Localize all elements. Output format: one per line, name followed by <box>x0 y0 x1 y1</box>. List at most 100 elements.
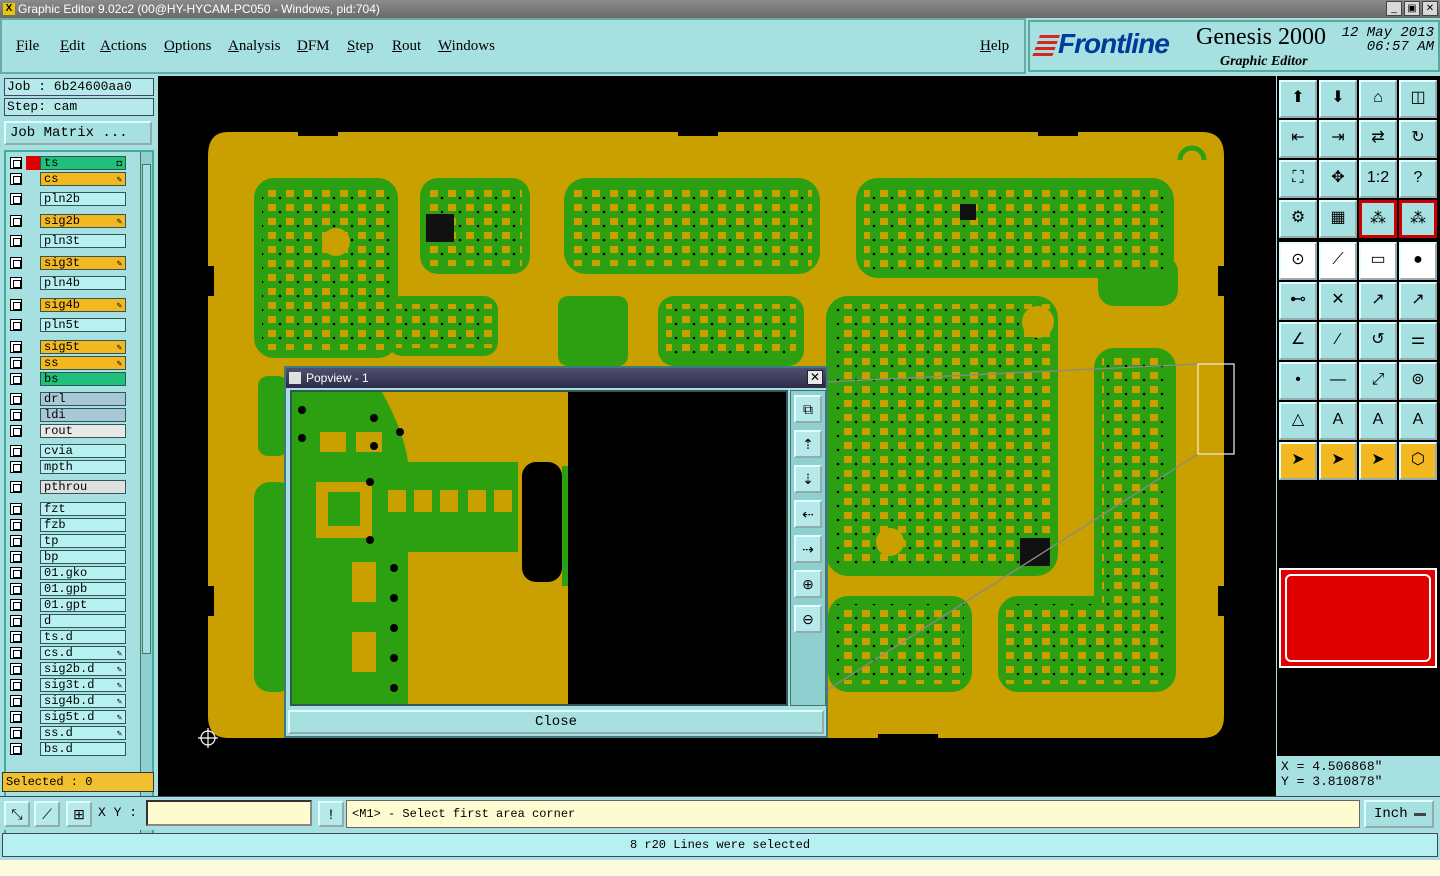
layer-row[interactable]: ss ✎ <box>8 356 126 370</box>
layer-name[interactable]: 01.gko <box>40 566 126 580</box>
layer-name[interactable]: ss ✎ <box>40 356 126 370</box>
snap-icon[interactable]: ⁂ <box>1359 200 1397 238</box>
copy-icon[interactable]: ⊚ <box>1399 362 1437 400</box>
menu-dfm[interactable]: DFM <box>297 38 330 55</box>
layer-row[interactable]: ss.d ✎ <box>8 726 126 740</box>
layer-row[interactable]: sig5t ✎ <box>8 340 126 354</box>
layer-row[interactable]: pln3t <box>8 234 126 248</box>
grid-icon[interactable]: ▦ <box>1319 200 1357 238</box>
layer-checkbox[interactable] <box>10 519 22 531</box>
layer-row[interactable]: pln4b <box>8 276 126 290</box>
move-alt-icon[interactable]: ↗ <box>1399 282 1437 320</box>
pan-left-icon[interactable]: ⇤ <box>1279 120 1317 158</box>
layer-checkbox[interactable] <box>10 341 22 353</box>
delete-icon[interactable]: ✕ <box>1319 282 1357 320</box>
pan-right-icon[interactable]: ⇥ <box>1319 120 1357 158</box>
layer-row[interactable]: bs <box>8 372 126 386</box>
home-icon[interactable]: ⌂ <box>1359 80 1397 118</box>
popview-canvas[interactable] <box>290 390 788 706</box>
layer-checkbox[interactable] <box>10 711 22 723</box>
layer-row[interactable]: sig4b ✎ <box>8 298 126 312</box>
layer-row[interactable]: pln2b <box>8 192 126 206</box>
zoom-out-icon[interactable]: ⊖ <box>794 605 822 633</box>
layer-name[interactable]: bs <box>40 372 126 386</box>
pan-down-icon[interactable]: ⇣ <box>794 465 822 493</box>
minimize-button[interactable]: _ <box>1386 1 1402 16</box>
layer-color-swatch[interactable] <box>26 214 40 228</box>
layer-row[interactable]: sig4b.d ✎ <box>8 694 126 708</box>
layer-color-swatch[interactable] <box>26 630 40 644</box>
layer-name[interactable]: sig3t ✎ <box>40 256 126 270</box>
layer-checkbox[interactable] <box>10 409 22 421</box>
layer-name[interactable]: ss.d ✎ <box>40 726 126 740</box>
add-point-icon[interactable]: • <box>1279 362 1317 400</box>
layer-color-swatch[interactable] <box>26 502 40 516</box>
text-icon[interactable]: A <box>1319 402 1357 440</box>
layer-color-swatch[interactable] <box>26 582 40 596</box>
layer-row[interactable]: sig3t ✎ <box>8 256 126 270</box>
layer-name[interactable]: 01.gpb <box>40 582 126 596</box>
layer-checkbox[interactable] <box>10 157 22 169</box>
zoom-area-icon[interactable]: ⤡ <box>4 801 30 827</box>
layer-row[interactable]: sig5t.d ✎ <box>8 710 126 724</box>
popview-titlebar[interactable]: Popview - 1 ✕ <box>286 368 826 388</box>
layer-checkbox[interactable] <box>10 551 22 563</box>
popview-close-button[interactable]: Close <box>288 710 824 734</box>
layer-color-swatch[interactable] <box>26 480 40 494</box>
maximize-button[interactable]: ▣ <box>1404 1 1420 16</box>
units-select[interactable]: Inch <box>1364 800 1434 828</box>
zoom-fit-icon[interactable]: ⛶ <box>1279 160 1317 198</box>
layer-checkbox[interactable] <box>10 445 22 457</box>
layer-color-swatch[interactable] <box>26 424 40 438</box>
add-line-icon[interactable]: ⟋ <box>1319 242 1357 280</box>
text-alt-icon[interactable]: A <box>1359 402 1397 440</box>
layer-color-swatch[interactable] <box>26 444 40 458</box>
layer-row[interactable]: fzb <box>8 518 126 532</box>
layer-name[interactable]: bp <box>40 550 126 564</box>
layer-name[interactable]: sig2b.d ✎ <box>40 662 126 676</box>
layer-name[interactable]: 01.gpt <box>40 598 126 612</box>
move-icon[interactable]: ↗ <box>1359 282 1397 320</box>
split-view-icon[interactable]: ◫ <box>1399 80 1437 118</box>
popview-close-icon[interactable]: ✕ <box>807 370 823 385</box>
select-net-icon[interactable]: ⬡ <box>1399 442 1437 480</box>
layer-color-swatch[interactable] <box>26 694 40 708</box>
layer-color-swatch[interactable] <box>26 662 40 676</box>
layer-checkbox[interactable] <box>10 235 22 247</box>
layer-row[interactable]: sig2b.d ✎ <box>8 662 126 676</box>
menu-file[interactable]: File <box>16 38 39 55</box>
layer-row[interactable]: cvia <box>8 444 126 458</box>
close-window-button[interactable]: ✕ <box>1422 1 1438 16</box>
redraw-icon[interactable]: ↻ <box>1399 120 1437 158</box>
slash-icon[interactable]: ⁄ <box>1319 322 1357 360</box>
layer-row[interactable]: pthrou <box>8 480 126 494</box>
layer-row[interactable]: sig3t.d ✎ <box>8 678 126 692</box>
zoom-center-icon[interactable]: ✥ <box>1319 160 1357 198</box>
layer-row[interactable]: 01.gpb <box>8 582 126 596</box>
layer-checkbox[interactable] <box>10 631 22 643</box>
layer-row[interactable]: ts.d <box>8 630 126 644</box>
resize-icon[interactable]: ⤢ <box>1359 362 1397 400</box>
layer-row[interactable]: sig2b ✎ <box>8 214 126 228</box>
layer-color-swatch[interactable] <box>26 534 40 548</box>
layer-name[interactable]: fzt <box>40 502 126 516</box>
mirror-icon[interactable]: ⇄ <box>1359 120 1397 158</box>
layer-checkbox[interactable] <box>10 277 22 289</box>
layer-color-swatch[interactable] <box>26 678 40 692</box>
layer-name[interactable]: cs.d ✎ <box>40 646 126 660</box>
measure-icon[interactable]: ⟋ <box>34 801 60 827</box>
cut-icon[interactable]: — <box>1319 362 1357 400</box>
layer-name[interactable]: drl <box>40 392 126 406</box>
layer-checkbox[interactable] <box>10 393 22 405</box>
layer-name[interactable]: fzb <box>40 518 126 532</box>
layer-name[interactable]: ldi <box>40 408 126 422</box>
layer-checkbox[interactable] <box>10 193 22 205</box>
layer-name[interactable]: sig5t ✎ <box>40 340 126 354</box>
layer-color-swatch[interactable] <box>26 256 40 270</box>
layer-row[interactable]: cs.d ✎ <box>8 646 126 660</box>
layer-checkbox[interactable] <box>10 583 22 595</box>
layer-checkbox[interactable] <box>10 425 22 437</box>
layer-color-swatch[interactable] <box>26 340 40 354</box>
polygon-icon[interactable]: △ <box>1279 402 1317 440</box>
layer-name[interactable]: cs ✎ <box>40 172 126 186</box>
